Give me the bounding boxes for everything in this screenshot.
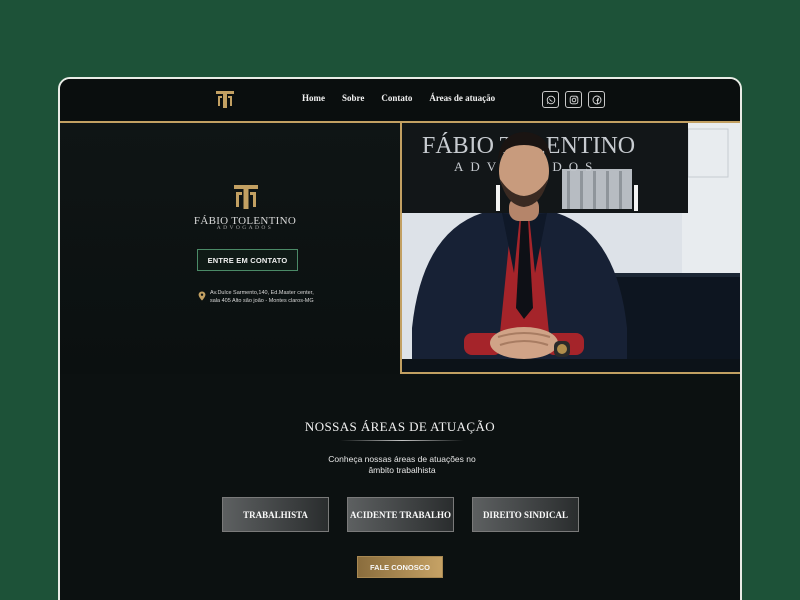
- browser-frame: Home Sobre Contato Áreas de atuação FÁBI…: [58, 77, 742, 600]
- areas-section-title: NOSSAS ÁREAS DE ATUAÇÃO: [304, 419, 496, 434]
- firm-logo-icon[interactable]: [214, 88, 236, 110]
- area-trabalhista-button[interactable]: TRABALHISTA: [222, 497, 329, 532]
- hero-left-panel: [60, 121, 400, 374]
- social-links: [542, 91, 605, 108]
- hero-photo: FÁBIO TOLENTINO ADVOGADOS: [400, 121, 740, 374]
- nav-contato[interactable]: Contato: [381, 93, 412, 103]
- whatsapp-button[interactable]: [542, 91, 559, 108]
- areas-subtitle-line-2: âmbito trabalhista: [368, 465, 436, 475]
- areas-subtitle-line-1: Conheça nossas áreas de atuações no: [328, 454, 476, 464]
- areas-subtitle: Conheça nossas áreas de atuações no âmbi…: [316, 454, 488, 476]
- firm-subtitle: ADVOGADOS: [216, 225, 274, 231]
- instagram-button[interactable]: [565, 91, 582, 108]
- whatsapp-icon: [546, 95, 555, 104]
- facebook-icon: [592, 95, 601, 104]
- nav-home[interactable]: Home: [302, 93, 325, 103]
- contact-button[interactable]: ENTRE EM CONTATO: [197, 249, 298, 271]
- lawyer-portrait-image: FÁBIO TOLENTINO ADVOGADOS: [402, 123, 740, 372]
- address-line-2: sala 405 Alto são joão - Montes claros-M…: [210, 297, 314, 304]
- instagram-icon: [569, 95, 578, 104]
- nav-areas[interactable]: Áreas de atuação: [429, 93, 495, 103]
- nav-sobre[interactable]: Sobre: [342, 93, 364, 103]
- navbar: Home Sobre Contato Áreas de atuação: [60, 79, 740, 121]
- title-divider: [340, 440, 464, 441]
- nav-links: Home Sobre Contato Áreas de atuação: [302, 93, 495, 103]
- facebook-button[interactable]: [588, 91, 605, 108]
- area-direito-sindical-button[interactable]: DIREITO SINDICAL: [472, 497, 579, 532]
- fale-conosco-button[interactable]: FALE CONOSCO: [357, 556, 443, 578]
- location-pin-icon: [198, 291, 206, 301]
- area-acidente-trabalho-button[interactable]: ACIDENTE TRABALHO: [347, 497, 454, 532]
- firm-logo-large-icon: [234, 185, 258, 209]
- area-buttons: TRABALHISTA ACIDENTE TRABALHO DIREITO SI…: [222, 497, 579, 532]
- address-text: Av.Dulce Sarmento,140, Ed.Master center,…: [210, 290, 350, 305]
- address-line-1: Av.Dulce Sarmento,140, Ed.Master center,: [210, 290, 314, 296]
